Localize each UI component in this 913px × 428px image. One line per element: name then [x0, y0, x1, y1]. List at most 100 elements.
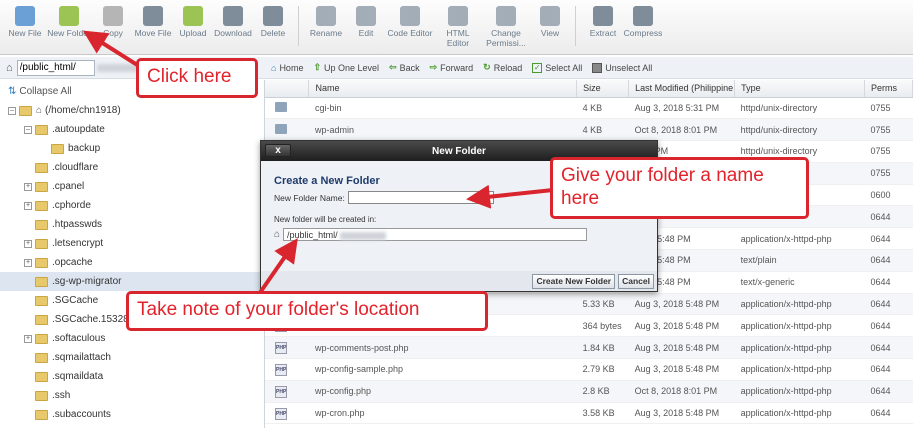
home-dir-icon: ⌂: [6, 61, 13, 74]
cell-perms: 0755: [864, 140, 913, 163]
folder-tree: ⇅ Collapse All – ⌂ (/home/chn1918) – .aut…: [0, 80, 265, 428]
tree-item-label: .sqmaildata: [52, 371, 104, 382]
tree-item[interactable]: + .cphorde: [0, 196, 264, 215]
cell-perms: 0644: [864, 227, 913, 251]
toolbar-rename-button[interactable]: Rename: [307, 6, 345, 38]
table-row[interactable]: PHP wp-comments-post.php 1.84 KB Aug 3, 201…: [265, 336, 913, 360]
expand-toggle-icon[interactable]: +: [24, 239, 32, 248]
tree-item[interactable]: .sqmailattach: [0, 348, 264, 367]
nav-reload[interactable]: ↻ Reload: [483, 62, 522, 73]
checkbox-checked-icon: ✓: [532, 62, 543, 73]
cell-name: cgi-bin: [308, 97, 577, 120]
toolbar-html-editor-button[interactable]: HTML Editor: [435, 6, 481, 48]
dialog-close-button[interactable]: x: [265, 144, 291, 157]
expand-toggle-icon[interactable]: +: [24, 182, 32, 191]
column-header[interactable]: Last Modified (Philippine: [628, 80, 736, 98]
cell-perms: 0755: [864, 97, 913, 120]
cancel-button[interactable]: Cancel: [618, 273, 654, 289]
row-icon-cell: PHP: [265, 336, 309, 360]
collapse-toggle-icon[interactable]: –: [8, 106, 16, 115]
expand-toggle-icon[interactable]: +: [24, 201, 32, 210]
table-row[interactable]: PHP wp-cron.php 3.58 KB Aug 3, 2018 5:48 PM…: [265, 402, 913, 425]
column-header[interactable]: Size: [576, 80, 630, 98]
table-row[interactable]: PHP wp-config.php 2.8 KB Oct 8, 2018 8:01 P…: [265, 380, 913, 403]
location-field[interactable]: /public_html/: [283, 228, 588, 241]
toolbar-button-label: New Folder: [47, 28, 91, 38]
dialog-footer: Create New Folder Cancel: [261, 271, 657, 291]
toolbar-separator: [575, 6, 576, 46]
toolbar-button-label: Compress: [623, 28, 663, 38]
column-header[interactable]: [265, 80, 310, 98]
cell-perms: 0644: [864, 358, 913, 381]
toolbar-new-folder-button[interactable]: New Folder: [46, 6, 92, 38]
column-header[interactable]: Perms: [864, 80, 913, 98]
tree-item[interactable]: .sqmaildata: [0, 367, 264, 386]
folder-icon: [35, 390, 48, 401]
php-file-icon: PHP: [275, 385, 287, 398]
up-icon: ⇧: [313, 62, 321, 72]
table-row[interactable]: cgi-bin 4 KB Aug 3, 2018 5:31 PM httpd/unix…: [265, 97, 913, 120]
toolbar-compress-button[interactable]: Compress: [624, 6, 662, 38]
toolbar-upload-button[interactable]: Upload: [174, 6, 212, 38]
nav-bar: ⌂ Home ⇧ Up One Level ⇦ Back ⇨ Forward ↻ Relo…: [265, 57, 913, 79]
toolbar-move-file-button[interactable]: Move File: [134, 6, 172, 38]
folder-name-input[interactable]: [347, 191, 494, 204]
toolbar-download-button[interactable]: Download: [214, 6, 252, 38]
toolbar-view-button[interactable]: View: [531, 6, 569, 38]
toolbar-permissions-button[interactable]: Change Permissi...: [483, 6, 529, 48]
cell-modified: Aug 3, 2018 5:48 PM: [628, 293, 735, 316]
expand-toggle-icon[interactable]: +: [24, 258, 32, 267]
tree-item[interactable]: + .cpanel: [0, 177, 264, 196]
create-new-folder-button[interactable]: Create New Folder: [532, 273, 616, 289]
toolbar-new-file-button[interactable]: New File: [6, 6, 44, 38]
tree-item-label: .softaculous: [52, 333, 106, 344]
nav-back[interactable]: ⇦ Back: [389, 62, 420, 73]
nav-forward[interactable]: ⇨ Forward: [430, 62, 474, 73]
column-header[interactable]: Name: [308, 80, 578, 98]
column-header[interactable]: Type: [734, 80, 865, 98]
nav-home[interactable]: ⌂ Home: [271, 63, 303, 73]
toolbar-copy-button[interactable]: Copy: [94, 6, 132, 38]
toolbar-extract-button[interactable]: Extract: [584, 6, 622, 38]
tree-item[interactable]: .cloudflare: [0, 158, 264, 177]
toolbar-delete-button[interactable]: Delete: [254, 6, 292, 38]
toolbar-button-label: Download: [214, 28, 252, 38]
nav-unselect-all[interactable]: Unselect All: [592, 62, 652, 73]
table-row[interactable]: PHP wp-config-sample.php 2.79 KB Aug 3, 201…: [265, 358, 913, 381]
tree-item[interactable]: .subaccounts: [0, 405, 264, 424]
tree-item[interactable]: + .softaculous: [0, 329, 264, 348]
cell-perms: 0644: [864, 336, 913, 360]
cell-modified: Aug 3, 2018 5:48 PM: [628, 402, 735, 425]
path-input[interactable]: [16, 59, 95, 76]
tree-item-label: backup: [68, 143, 101, 154]
tree-item[interactable]: backup: [0, 139, 264, 158]
nav-select-all[interactable]: ✓ Select All: [532, 62, 582, 73]
tree-item[interactable]: .sg-wp-migrator: [0, 272, 264, 291]
nav-up-one-level[interactable]: ⇧ Up One Level: [313, 62, 379, 73]
toolbar-button-label: HTML Editor: [446, 28, 470, 48]
tree-item[interactable]: + .opcache: [0, 253, 264, 272]
tree-item[interactable]: – .autoupdate: [0, 120, 264, 139]
tree-items: – .autoupdate backup .cloudflare + .cpanel + .c…: [0, 120, 264, 424]
tree-item-label: .cphorde: [52, 200, 91, 211]
folder-icon: [35, 314, 48, 325]
php-file-icon: PHP: [275, 363, 287, 376]
row-icon-cell: [265, 97, 309, 120]
folder-icon: [35, 352, 48, 363]
tree-item-label: .sqmailattach: [52, 352, 111, 363]
cell-size: 4 KB: [576, 118, 629, 142]
copy-icon: [103, 6, 123, 26]
code-editor-icon: [400, 6, 420, 26]
toolbar-edit-button[interactable]: Edit: [347, 6, 385, 38]
tree-root[interactable]: – ⌂ (/home/chn1918): [0, 101, 264, 120]
toolbar-code-editor-button[interactable]: Code Editor: [387, 6, 433, 38]
tree-item[interactable]: .ssh: [0, 386, 264, 405]
tree-item[interactable]: .htpasswds: [0, 215, 264, 234]
collapse-toggle-icon[interactable]: –: [24, 125, 32, 134]
table-row[interactable]: wp-admin 4 KB Oct 8, 2018 8:01 PM httpd/uni…: [265, 118, 913, 142]
folder-icon: [35, 276, 48, 287]
redacted-path: [339, 231, 386, 240]
toolbar-button-label: Extract: [589, 28, 617, 38]
tree-item[interactable]: + .letsencrypt: [0, 234, 264, 253]
expand-toggle-icon[interactable]: +: [24, 334, 32, 343]
